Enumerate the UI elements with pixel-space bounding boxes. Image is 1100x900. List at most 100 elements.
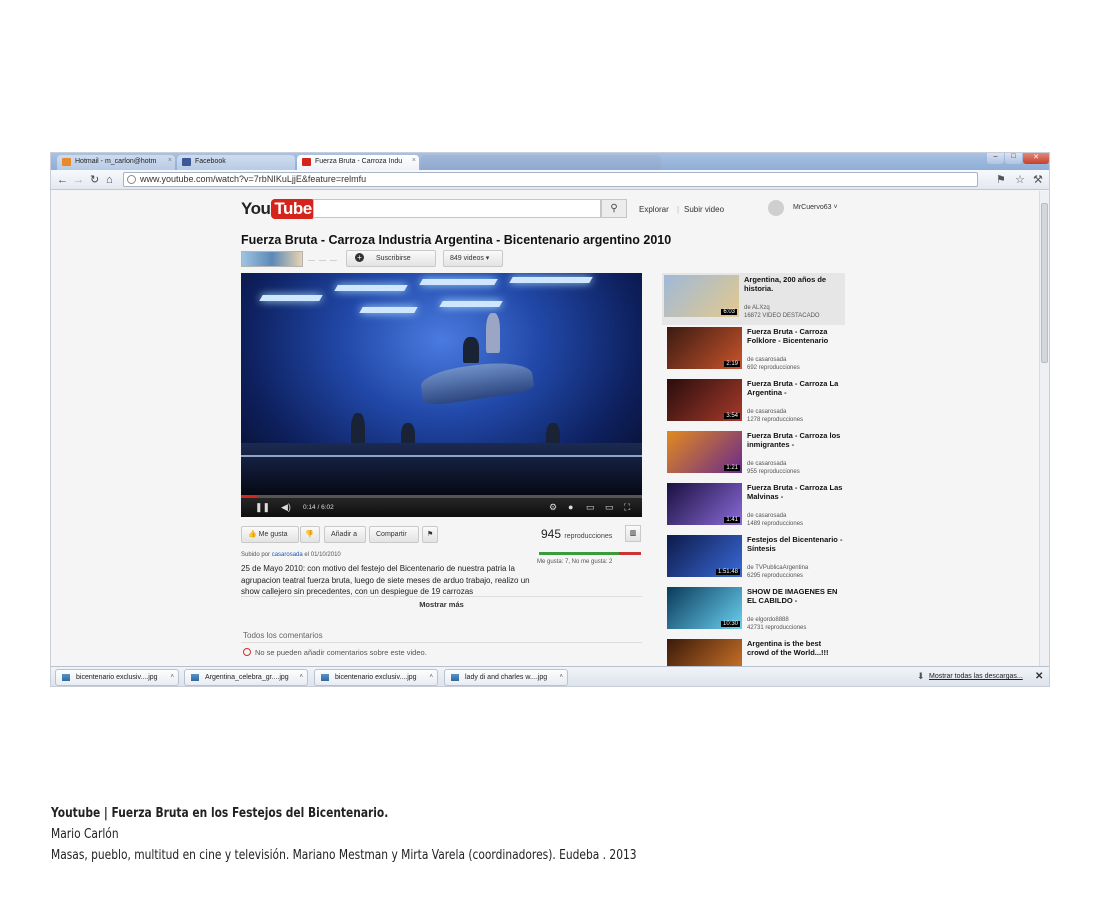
related-video-item[interactable]: Argentina is the best crowd of the World… [665,637,845,666]
video-thumbnail[interactable]: 1:21 [667,431,742,473]
pause-icon[interactable]: ❚❚ [255,502,270,513]
chevron-down-icon[interactable]: ˄ [559,670,563,685]
forward-icon[interactable]: → [73,173,84,187]
close-window-icon[interactable]: ✕ [1023,153,1049,164]
scrollbar[interactable] [1039,191,1049,666]
tab-youtube[interactable]: Fuerza Bruta - Carroza Indu × [297,155,419,170]
download-item[interactable]: bicentenario exclusiv....jpg ˄ [314,669,438,686]
related-video-title[interactable]: Argentina, 200 años de historia. [744,275,842,293]
fullscreen-icon[interactable]: ⛶ [624,502,630,513]
subscribe-button[interactable]: + Suscribirse [346,250,436,267]
chevron-down-icon[interactable]: ˄ [170,670,174,685]
stats-button[interactable]: ▥ [625,525,641,542]
download-item[interactable]: Argentina_celebra_gr....jpg ˄ [184,669,308,686]
videos-count-button[interactable]: 849 videos ▾ [443,250,503,267]
related-video-views: 1489 reproducciones [747,521,804,527]
chevron-down-icon[interactable]: ˄ [429,670,433,685]
rail [241,455,642,457]
address-text: www.youtube.com/watch?v=7rbNIKuLjjE&feat… [140,174,367,184]
window-controls: – □ ✕ [986,153,1049,165]
related-video-views: 6295 reproducciones [747,573,804,579]
related-video-views: 1278 reproducciones [747,417,804,423]
image-file-icon [191,674,199,681]
reload-icon[interactable]: ↻ [90,173,99,187]
upload-date: el 01/10/2010 [304,552,341,558]
related-video-item[interactable]: 6:03 Argentina, 200 años de historia. de A… [662,273,845,325]
youtube-page: You Tube ⚲ Explorar | Subir video MrCuerv… [51,191,1041,666]
view-count: 945 reproducciones [541,527,612,541]
channel-banner[interactable] [241,251,303,267]
large-player-icon[interactable]: ▭ [605,502,614,513]
minimize-icon[interactable]: – [987,153,1004,164]
add-to-button[interactable]: Añadir a [324,526,366,543]
like-button[interactable]: 👍 Me gusta [241,526,299,543]
related-video-item[interactable]: 1:21 Fuerza Bruta - Carroza los inmigrant… [665,429,845,481]
flag-icon[interactable]: ⚑ [996,173,1006,186]
video-thumbnail[interactable]: 6:03 [664,275,739,317]
video-title: Fuerza Bruta - Carroza Industria Argenti… [241,233,672,247]
video-thumbnail[interactable]: 3:54 [667,379,742,421]
wrench-icon[interactable]: ⚒ [1033,173,1043,186]
volume-icon[interactable]: ◀) [281,502,291,513]
related-video-title[interactable]: Festejos del Bicentenario - Síntesis [747,535,845,553]
avatar[interactable] [768,200,784,216]
tab-strip: Hotmail - m_carlon@hotm × Facebook Fuerz… [51,153,1049,170]
tab-blurred[interactable] [421,155,661,170]
dislike-ratio [619,552,641,555]
youtube-logo[interactable]: You Tube [241,199,315,219]
close-icon[interactable]: × [412,157,416,164]
no-comments-text: No se pueden añadir comentarios sobre es… [255,648,427,657]
home-icon[interactable]: ⌂ [106,173,113,187]
video-thumbnail[interactable]: 1:51:48 [667,535,742,577]
username[interactable]: MrCuervo63 ˅ [793,204,838,211]
tab-hotmail[interactable]: Hotmail - m_carlon@hotm × [57,155,175,170]
share-button[interactable]: Compartir [369,526,419,543]
search-button[interactable]: ⚲ [601,199,627,218]
close-icon[interactable]: ✕ [1035,671,1043,682]
divider: — — — [308,257,338,264]
progress-bar[interactable] [241,495,642,498]
related-video-title[interactable]: Fuerza Bruta - Carroza los inmigrantes - [747,431,845,449]
upload-link[interactable]: Subir video [684,205,724,214]
uploader-link[interactable]: casarosada [272,552,303,558]
dislike-button[interactable]: 👎 [300,526,320,543]
search-input[interactable] [313,199,601,218]
video-thumbnail[interactable]: 1:41 [667,483,742,525]
related-video-item[interactable]: 1:41 Fuerza Bruta - Carroza Las Malvinas … [665,481,845,533]
scrollbar-thumb[interactable] [1041,203,1048,363]
explore-link[interactable]: Explorar [639,205,669,214]
show-all-downloads-link[interactable]: Mostrar todas las descargas... [929,673,1023,680]
small-player-icon[interactable]: ▭ [586,502,595,513]
related-video-title[interactable]: Fuerza Bruta - Carroza Las Malvinas - [747,483,845,501]
chevron-down-icon[interactable]: ˄ [299,670,303,685]
address-bar[interactable]: www.youtube.com/watch?v=7rbNIKuLjjE&feat… [123,172,978,187]
related-video-views: 692 reproducciones [747,365,800,371]
related-video-title[interactable]: Argentina is the best crowd of the World… [747,639,845,657]
download-item[interactable]: lady di and charles w....jpg ˄ [444,669,568,686]
video-player[interactable]: ❚❚ ◀) 0:14 / 6:02 ⚙ ● ▭ ▭ ⛶ [241,273,642,517]
related-video-item[interactable]: 1:51:48 Festejos del Bicentenario - Sínte… [665,533,845,585]
back-icon[interactable]: ← [57,173,68,187]
related-video-item[interactable]: 10:30 SHOW DE IMAGENES EN EL CABILDO - de … [665,585,845,637]
flag-button[interactable]: ⚑ [422,526,438,543]
related-video-title[interactable]: Fuerza Bruta - Carroza Folklore - Bicent… [747,327,845,345]
download-item[interactable]: bicentenario exclusiv....jpg ˄ [55,669,179,686]
tab-facebook[interactable]: Facebook [177,155,295,170]
maximize-icon[interactable]: □ [1005,153,1022,164]
caption-source: Masas, pueblo, multitud en cine y televi… [51,848,637,863]
related-video-item[interactable]: 3:54 Fuerza Bruta - Carroza La Argentina … [665,377,845,429]
related-video-title[interactable]: SHOW DE IMAGENES EN EL CABILDO - [747,587,845,605]
annotations-icon[interactable]: ● [568,502,573,512]
video-duration: 3:54 [724,413,740,419]
bookmark-star-icon[interactable]: ☆ [1015,173,1025,186]
related-video-channel: de elgordo8888 [747,617,789,623]
close-icon[interactable]: × [168,157,172,164]
video-thumbnail[interactable] [667,639,742,666]
related-video-item[interactable]: 2:19 Fuerza Bruta - Carroza Folklore - Bi… [665,325,845,377]
logo-you: You [241,199,271,218]
show-more-button[interactable]: Mostrar más [241,596,642,609]
settings-gear-icon[interactable]: ⚙ [549,502,557,513]
related-video-title[interactable]: Fuerza Bruta - Carroza La Argentina - [747,379,845,397]
video-thumbnail[interactable]: 2:19 [667,327,742,369]
video-thumbnail[interactable]: 10:30 [667,587,742,629]
